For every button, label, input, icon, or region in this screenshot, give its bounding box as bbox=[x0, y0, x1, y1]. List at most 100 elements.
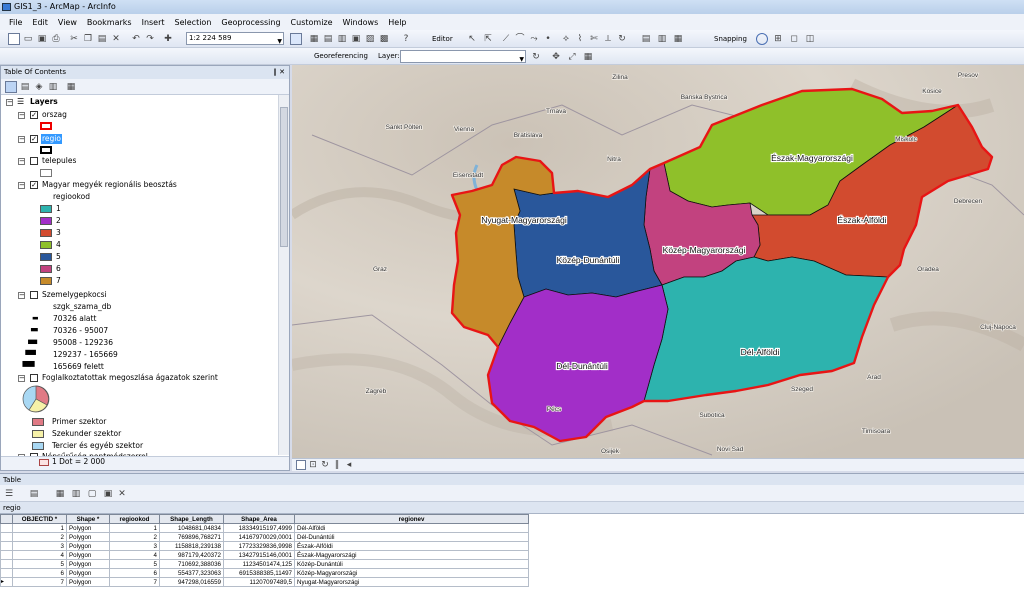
related-tables-icon[interactable]: ▤ bbox=[28, 488, 40, 500]
cell-shape[interactable]: Polygon bbox=[66, 532, 110, 542]
point-icon[interactable]: • bbox=[542, 33, 554, 45]
layer-name-orszag[interactable]: orszag bbox=[42, 110, 67, 120]
column-header-shape[interactable]: Shape * bbox=[66, 514, 110, 524]
list-by-drawing-order-icon[interactable] bbox=[5, 81, 17, 93]
data-view-icon[interactable] bbox=[296, 460, 306, 470]
map-view[interactable]: Észak-Magyarországi Észak-Alföldi Közép-… bbox=[292, 65, 1024, 458]
car-icon-small[interactable]: ▬ bbox=[32, 313, 39, 323]
toc-options-icon[interactable]: ▦ bbox=[65, 81, 77, 93]
cell-regiookod[interactable]: 6 bbox=[109, 568, 160, 578]
edit-vertices-icon[interactable]: ⟡ bbox=[560, 33, 572, 45]
table-tab-name[interactable]: regio bbox=[0, 502, 1024, 514]
table-options-icon[interactable]: ☰ bbox=[3, 488, 15, 500]
regio-symbol[interactable] bbox=[40, 146, 52, 154]
georef-layer-combo[interactable]: ▼ bbox=[400, 50, 526, 63]
cell-shape-length[interactable]: 1158818,239138 bbox=[159, 541, 224, 551]
layer-name-foglalkoztatottak[interactable]: Foglalkoztatottak megoszlása ágazatok sz… bbox=[42, 373, 218, 383]
cell-shape-area[interactable]: 13427915146,0001 bbox=[223, 550, 295, 560]
row-selector[interactable] bbox=[0, 523, 13, 533]
undo-icon[interactable]: ↶ bbox=[130, 33, 142, 45]
add-control-points-icon[interactable]: ⤢ bbox=[566, 51, 578, 63]
attributes-icon[interactable]: ▤ bbox=[640, 33, 652, 45]
rotate-icon[interactable]: ↻ bbox=[616, 33, 628, 45]
column-header-shape-area[interactable]: Shape_Area bbox=[223, 514, 295, 524]
create-features-icon[interactable]: ▦ bbox=[672, 33, 684, 45]
menu-edit[interactable]: Edit bbox=[27, 18, 53, 27]
toc-scrollbar[interactable] bbox=[278, 95, 289, 455]
layer-visibility-checkbox-szemelygepkocsi[interactable] bbox=[30, 291, 38, 299]
table-row[interactable]: 2 Polygon 2 769896,768271 14167970029,0001 Dé… bbox=[0, 532, 529, 542]
table-row[interactable]: 4 Polygon 4 987179,420372 13427915146,0001 És… bbox=[0, 550, 529, 560]
class-swatch-1[interactable] bbox=[40, 205, 52, 213]
cell-shape-length[interactable]: 1048681,04834 bbox=[159, 523, 224, 533]
delete-selected-icon[interactable]: ✕ bbox=[116, 488, 128, 500]
shift-icon[interactable]: ✥ bbox=[550, 51, 562, 63]
edit-tool-icon[interactable]: ↖ bbox=[466, 33, 478, 45]
cell-regiookod[interactable]: 2 bbox=[109, 532, 160, 542]
cell-objectid[interactable]: 1 bbox=[12, 523, 67, 533]
table-row[interactable]: 1 Polygon 1 1048681,04834 18334915197,4999 Dé… bbox=[0, 523, 529, 533]
list-by-selection-icon[interactable]: ▥ bbox=[47, 81, 59, 93]
editor-menu[interactable]: Editor bbox=[432, 30, 453, 48]
redo-icon[interactable]: ↷ bbox=[144, 33, 156, 45]
layer-name-megyek[interactable]: Magyar megyék regionális beosztás bbox=[42, 180, 177, 190]
row-selector[interactable] bbox=[0, 541, 13, 551]
rotate-georef-icon[interactable]: ↻ bbox=[530, 51, 542, 63]
cell-shape-area[interactable]: 18334915197,4999 bbox=[223, 523, 295, 533]
modelbuilder-icon[interactable]: ▩ bbox=[378, 33, 390, 45]
editor-toolbar-icon[interactable] bbox=[290, 33, 302, 45]
cell-shape[interactable]: Polygon bbox=[66, 559, 110, 569]
sector-swatch-primer[interactable] bbox=[32, 418, 44, 426]
edge-snapping-icon[interactable]: ◫ bbox=[804, 33, 816, 45]
menu-windows[interactable]: Windows bbox=[338, 18, 384, 27]
save-icon[interactable]: ▣ bbox=[36, 33, 48, 45]
toc-window-controls[interactable]: ‖ ✕ bbox=[273, 66, 285, 79]
zoom-to-selected-icon[interactable]: ▣ bbox=[102, 488, 114, 500]
collapse-icon[interactable]: − bbox=[18, 136, 25, 143]
trace-icon[interactable]: ⤳ bbox=[528, 33, 540, 45]
table-row[interactable]: 3 Polygon 3 1158818,239138 17723329836,9998 É… bbox=[0, 541, 529, 551]
cell-shape[interactable]: Polygon bbox=[66, 523, 110, 533]
print-icon[interactable]: ⎙ bbox=[50, 33, 62, 45]
collapse-icon[interactable]: − bbox=[6, 99, 13, 106]
layers-root-label[interactable]: Layers bbox=[30, 97, 58, 107]
row-selector[interactable] bbox=[0, 550, 13, 560]
pause-drawing-icon[interactable]: ‖ bbox=[332, 459, 342, 470]
search-window-icon[interactable]: ▨ bbox=[364, 33, 376, 45]
menu-view[interactable]: View bbox=[53, 18, 82, 27]
vertex-snapping-icon[interactable]: ◻ bbox=[788, 33, 800, 45]
cell-shape[interactable]: Polygon bbox=[66, 550, 110, 560]
collapse-icon[interactable]: − bbox=[18, 292, 25, 299]
telepules-symbol[interactable] bbox=[40, 169, 52, 177]
orszag-symbol[interactable] bbox=[40, 122, 52, 130]
row-selector[interactable] bbox=[0, 559, 13, 569]
menu-bookmarks[interactable]: Bookmarks bbox=[82, 18, 137, 27]
list-by-visibility-icon[interactable]: ◈ bbox=[33, 81, 45, 93]
catalog-icon[interactable]: ▦ bbox=[308, 33, 320, 45]
sketch-properties-icon[interactable]: ▥ bbox=[656, 33, 668, 45]
open-folder-icon[interactable]: ▭ bbox=[22, 33, 34, 45]
collapse-icon[interactable]: − bbox=[18, 112, 25, 119]
cell-shape-area[interactable]: 6915388385,11497 bbox=[223, 568, 295, 578]
cell-regionev[interactable]: Nyugat-Magyarországi bbox=[294, 577, 529, 587]
paste-icon[interactable]: ▤ bbox=[96, 33, 108, 45]
clear-selection-icon[interactable]: ▢ bbox=[86, 488, 98, 500]
new-document-icon[interactable] bbox=[8, 33, 20, 45]
column-header-shape-length[interactable]: Shape_Length bbox=[159, 514, 224, 524]
refresh-view-icon[interactable]: ↻ bbox=[320, 459, 330, 470]
cell-shape[interactable]: Polygon bbox=[66, 541, 110, 551]
table-row[interactable]: 5 Polygon 5 710692,388036 11234501474,125 Köz… bbox=[0, 559, 529, 569]
end-snapping-icon[interactable]: ⊞ bbox=[772, 33, 784, 45]
row-selector-header[interactable] bbox=[0, 514, 13, 524]
cell-objectid[interactable]: 3 bbox=[12, 541, 67, 551]
cell-regionev[interactable]: Észak-Magyarországi bbox=[294, 550, 529, 560]
map-scale-combo[interactable]: 1:2 224 589 ▼ bbox=[186, 32, 284, 45]
add-data-icon[interactable]: ✚ bbox=[162, 33, 174, 45]
class-swatch-4[interactable] bbox=[40, 241, 52, 249]
layer-visibility-checkbox-telepules[interactable] bbox=[30, 157, 38, 165]
cell-objectid[interactable]: 4 bbox=[12, 550, 67, 560]
cell-objectid[interactable]: 6 bbox=[12, 568, 67, 578]
table-row[interactable]: ▸ 7 Polygon 7 947298,016559 11207097489,5 Nyug… bbox=[0, 577, 529, 587]
cell-shape-area[interactable]: 11207097489,5 bbox=[223, 577, 295, 587]
cell-regionev[interactable]: Közép-Magyarországi bbox=[294, 568, 529, 578]
